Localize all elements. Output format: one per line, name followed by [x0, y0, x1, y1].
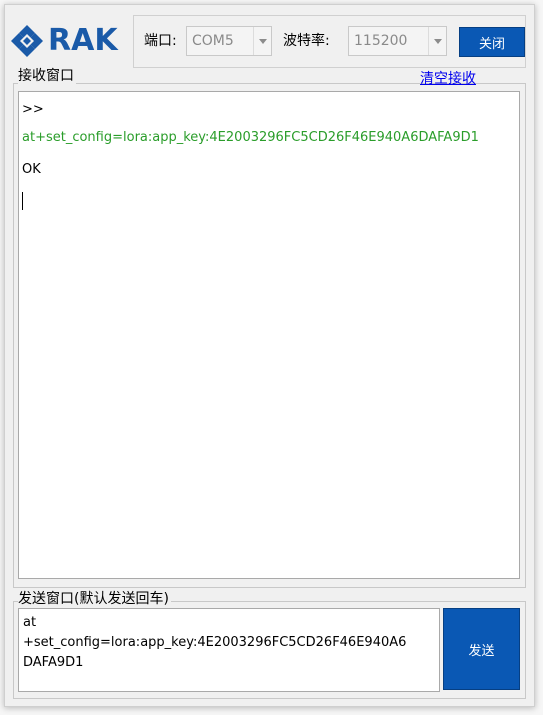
receive-textarea[interactable]: >> at+set_config=lora:app_key:4E2003296F…	[18, 91, 520, 579]
port-select-value: COM5	[192, 33, 234, 49]
baud-label: 波特率:	[283, 33, 330, 49]
send-input-text: at +set_config=lora:app_key:4E2003296FC5C…	[23, 613, 433, 673]
send-input-line: +set_config=lora:app_key:4E2003296FC5CD2…	[23, 635, 407, 650]
receive-line-ok: OK	[22, 162, 41, 177]
port-label: 端口:	[144, 33, 177, 49]
receive-title: 接收窗口	[18, 68, 76, 84]
clear-receive-link[interactable]: 清空接收	[420, 71, 476, 87]
serial-tool-window: RAK 端口: COM5 波特率: 115200 关闭 接收窗口 清空接收 >>…	[4, 4, 535, 707]
text-caret	[22, 192, 23, 210]
chevron-down-icon[interactable]	[428, 27, 446, 55]
rak-logo-icon	[11, 25, 43, 57]
connection-group: 端口: COM5 波特率: 115200 关闭	[133, 15, 526, 68]
chevron-down-icon[interactable]	[253, 27, 271, 55]
baud-select[interactable]: 115200	[348, 26, 447, 56]
send-input-line: at	[23, 615, 37, 630]
send-input-line: DAFA9D1	[23, 655, 84, 670]
receive-line-prompt: >>	[22, 102, 44, 117]
send-button[interactable]: 发送	[443, 608, 520, 690]
baud-select-value: 115200	[354, 33, 408, 49]
close-port-button[interactable]: 关闭	[459, 27, 525, 57]
rak-logo: RAK	[9, 21, 118, 61]
receive-line-command: at+set_config=lora:app_key:4E2003296FC5C…	[22, 130, 479, 145]
send-title: 发送窗口(默认发送回车)	[18, 591, 171, 607]
port-select[interactable]: COM5	[186, 26, 272, 56]
brand-name: RAK	[48, 23, 118, 58]
send-input[interactable]: at +set_config=lora:app_key:4E2003296FC5C…	[18, 608, 440, 692]
